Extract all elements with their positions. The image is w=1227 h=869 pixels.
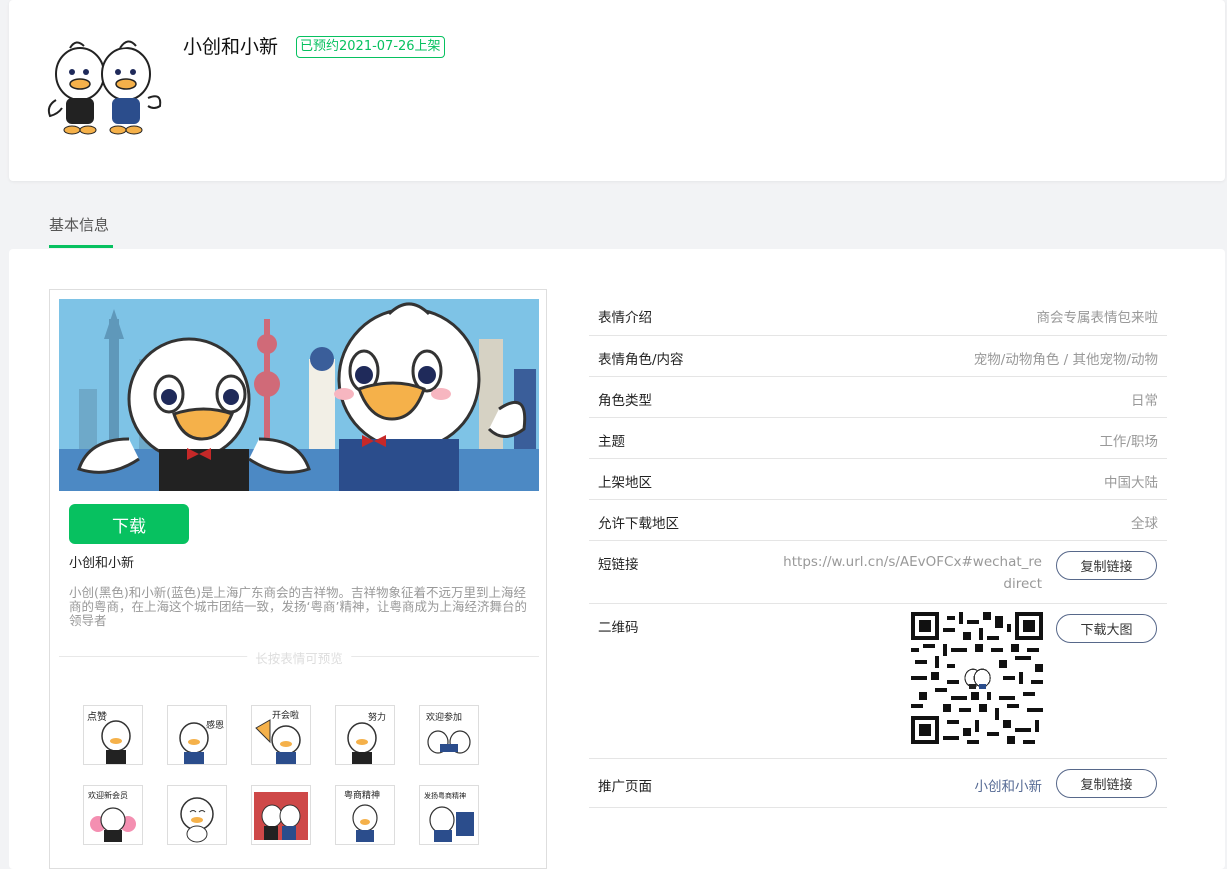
sticker-thumbnail[interactable]: 欢迎新会员 xyxy=(83,785,143,845)
info-label: 表情介绍 xyxy=(598,310,652,326)
sticker-thumbnail[interactable]: 欢迎参加 xyxy=(419,705,479,765)
info-value: 工作/职场 xyxy=(1099,434,1158,450)
info-row-type: 角色类型 日常 xyxy=(589,377,1167,418)
pack-name: 小创和小新 xyxy=(69,556,135,571)
pack-description: 小创(黑色)和小新(蓝色)是上海广东商会的吉祥物。吉祥物象征着不远万里到上海经商… xyxy=(69,585,527,628)
sticker-thumbnail[interactable]: 努力 xyxy=(335,705,395,765)
sticker-caption: 欢迎参加 xyxy=(426,711,462,723)
preview-divider: 长按表情可预览 xyxy=(59,648,539,667)
sticker-caption: 开会啦 xyxy=(272,709,299,721)
info-label: 短链接 xyxy=(598,557,639,573)
info-label: 表情角色/内容 xyxy=(598,352,684,368)
download-qr-button[interactable]: 下载大图 xyxy=(1056,614,1157,643)
sticker-thumbnail[interactable]: 点赞 xyxy=(83,705,143,765)
info-row-qrcode: 二维码 下载大图 xyxy=(589,604,1167,759)
info-row-promo: 推广页面 小创和小新 复制链接 xyxy=(589,759,1167,808)
sticker-caption: 欢迎新会员 xyxy=(88,790,128,800)
info-label: 主题 xyxy=(598,434,625,450)
short-link-value: https://w.url.cn/s/AEvOFCx#wechat_redire… xyxy=(783,554,1042,592)
preview-hint: 长按表情可预览 xyxy=(247,648,351,667)
sticker-grid: 点赞 感恩 开会啦 努力 欢迎参加 欢迎新会员 粤商精神 发扬粤商精神 xyxy=(83,705,503,845)
sticker-thumbnail[interactable]: 发扬粤商精神 xyxy=(419,785,479,845)
copy-promo-link-button[interactable]: 复制链接 xyxy=(1056,769,1157,798)
info-row-theme: 主题 工作/职场 xyxy=(589,418,1167,459)
sticker-thumbnail[interactable]: 感恩 xyxy=(167,705,227,765)
sticker-caption: 点赞 xyxy=(87,710,107,723)
sticker-thumbnail[interactable] xyxy=(167,785,227,845)
preview-panel: 下载 小创和小新 小创(黑色)和小新(蓝色)是上海广东商会的吉祥物。吉祥物象征着… xyxy=(49,289,547,869)
info-row-role: 表情角色/内容 宠物/动物角色 / 其他宠物/动物 xyxy=(589,336,1167,377)
sticker-thumbnail[interactable]: 开会啦 xyxy=(251,705,311,765)
status-badge: 已预约2021-07-26上架 xyxy=(296,36,445,58)
sticker-thumbnail[interactable] xyxy=(251,785,311,845)
info-label: 上架地区 xyxy=(598,475,652,491)
info-value: 中国大陆 xyxy=(1104,475,1158,491)
tab-basic-info[interactable]: 基本信息 xyxy=(49,214,109,235)
tab-active-indicator xyxy=(49,245,113,248)
info-row-shortlink: 短链接 https://w.url.cn/s/AEvOFCx#wechat_re… xyxy=(589,541,1167,604)
info-value: 宠物/动物角色 / 其他宠物/动物 xyxy=(973,352,1158,368)
sticker-thumbnail[interactable]: 粤商精神 xyxy=(335,785,395,845)
page-title: 小创和小新 xyxy=(183,36,279,58)
info-label: 允许下载地区 xyxy=(598,516,679,532)
sticker-pack-avatar xyxy=(40,34,168,146)
info-table: 表情介绍 商会专属表情包来啦 表情角色/内容 宠物/动物角色 / 其他宠物/动物… xyxy=(589,294,1167,808)
copy-link-button[interactable]: 复制链接 xyxy=(1056,551,1157,580)
info-row-intro: 表情介绍 商会专属表情包来啦 xyxy=(589,294,1167,336)
info-label: 二维码 xyxy=(598,620,639,636)
sticker-caption: 努力 xyxy=(368,711,386,723)
promo-page-link[interactable]: 小创和小新 xyxy=(975,775,1043,795)
download-button[interactable]: 下载 xyxy=(69,504,189,544)
sticker-caption: 发扬粤商精神 xyxy=(424,791,466,800)
info-row-download-region: 允许下载地区 全球 xyxy=(589,500,1167,541)
info-value: 商会专属表情包来啦 xyxy=(1036,310,1159,326)
qr-code-image xyxy=(911,612,1043,744)
info-value: 日常 xyxy=(1131,393,1158,409)
sticker-caption: 粤商精神 xyxy=(344,789,380,801)
banner-image xyxy=(59,299,539,491)
header-card xyxy=(9,0,1225,181)
info-value: 全球 xyxy=(1131,516,1158,532)
info-row-region: 上架地区 中国大陆 xyxy=(589,459,1167,500)
info-label: 角色类型 xyxy=(598,393,652,409)
info-label: 推广页面 xyxy=(598,779,652,795)
sticker-caption: 感恩 xyxy=(206,719,224,731)
